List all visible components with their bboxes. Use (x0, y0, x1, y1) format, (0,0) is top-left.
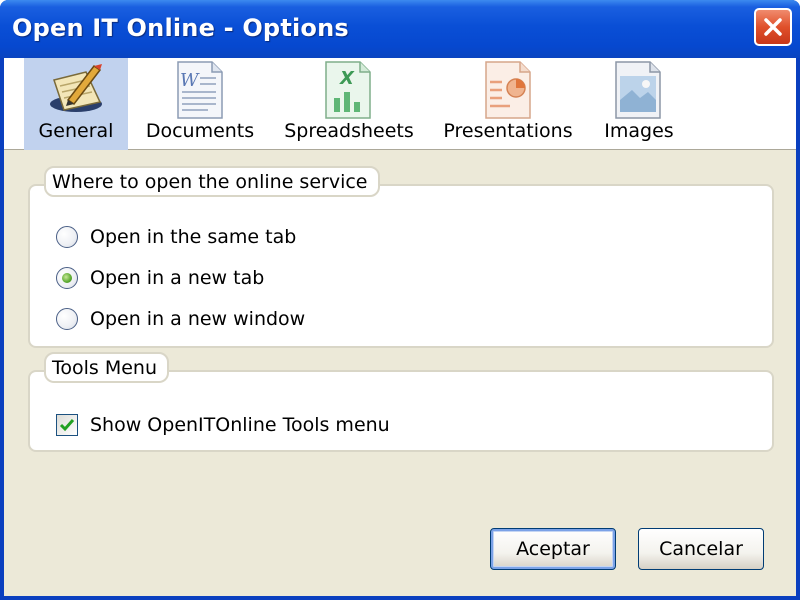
powerpoint-presentation-icon (480, 60, 536, 125)
tab-label: Images (604, 120, 674, 142)
tab-documents[interactable]: W Documents (138, 58, 262, 150)
radio-new-window[interactable]: Open in a new window (56, 306, 305, 332)
word-document-icon: W (172, 60, 228, 125)
category-toolbar: General W Documents X Spreadsheets Prese… (4, 58, 796, 150)
tools-menu-group: Tools Menu Show OpenITOnline Tools menu (28, 352, 774, 452)
image-file-icon (610, 60, 666, 125)
checkbox-label: Show OpenITOnline Tools menu (90, 414, 390, 436)
show-tools-menu-option[interactable]: Show OpenITOnline Tools menu (56, 412, 390, 438)
dialog-client-area: General W Documents X Spreadsheets Prese… (4, 58, 796, 596)
show-tools-menu-checkbox[interactable] (56, 414, 78, 436)
title-bar[interactable]: Open IT Online - Options (0, 0, 800, 58)
window-title: Open IT Online - Options (12, 14, 349, 42)
group-title: Where to open the online service (44, 166, 380, 197)
tab-general[interactable]: General (24, 58, 128, 150)
checkmark-icon (59, 419, 75, 432)
radio-new-tab[interactable]: Open in a new tab (56, 265, 264, 291)
excel-spreadsheet-icon: X (320, 60, 376, 125)
radio-same-tab[interactable]: Open in the same tab (56, 224, 296, 250)
tab-presentations[interactable]: Presentations (434, 58, 582, 150)
radio-label: Open in a new window (90, 308, 306, 330)
pen-paper-icon (46, 60, 106, 123)
radio-button[interactable] (56, 226, 78, 248)
radio-label: Open in the same tab (90, 226, 297, 248)
tab-label: Documents (145, 120, 255, 142)
tab-label: General (38, 120, 114, 142)
tab-images[interactable]: Images (594, 58, 684, 150)
svg-text:W: W (180, 70, 200, 91)
open-location-group: Where to open the online service Open in… (28, 166, 774, 348)
options-window: Open IT Online - Options General W Docum… (0, 0, 800, 600)
tab-spreadsheets[interactable]: X Spreadsheets (276, 58, 422, 150)
group-title: Tools Menu (44, 352, 170, 383)
close-icon (764, 18, 782, 36)
tab-label: Presentations (443, 120, 573, 142)
close-button[interactable] (754, 8, 792, 46)
radio-label: Open in a new tab (90, 267, 265, 289)
cancel-button[interactable]: Cancelar (638, 528, 764, 570)
radio-button[interactable] (56, 308, 78, 330)
svg-text:X: X (339, 68, 355, 89)
radio-button[interactable] (56, 267, 78, 289)
ok-button[interactable]: Aceptar (490, 528, 616, 570)
tab-label: Spreadsheets (284, 120, 414, 142)
